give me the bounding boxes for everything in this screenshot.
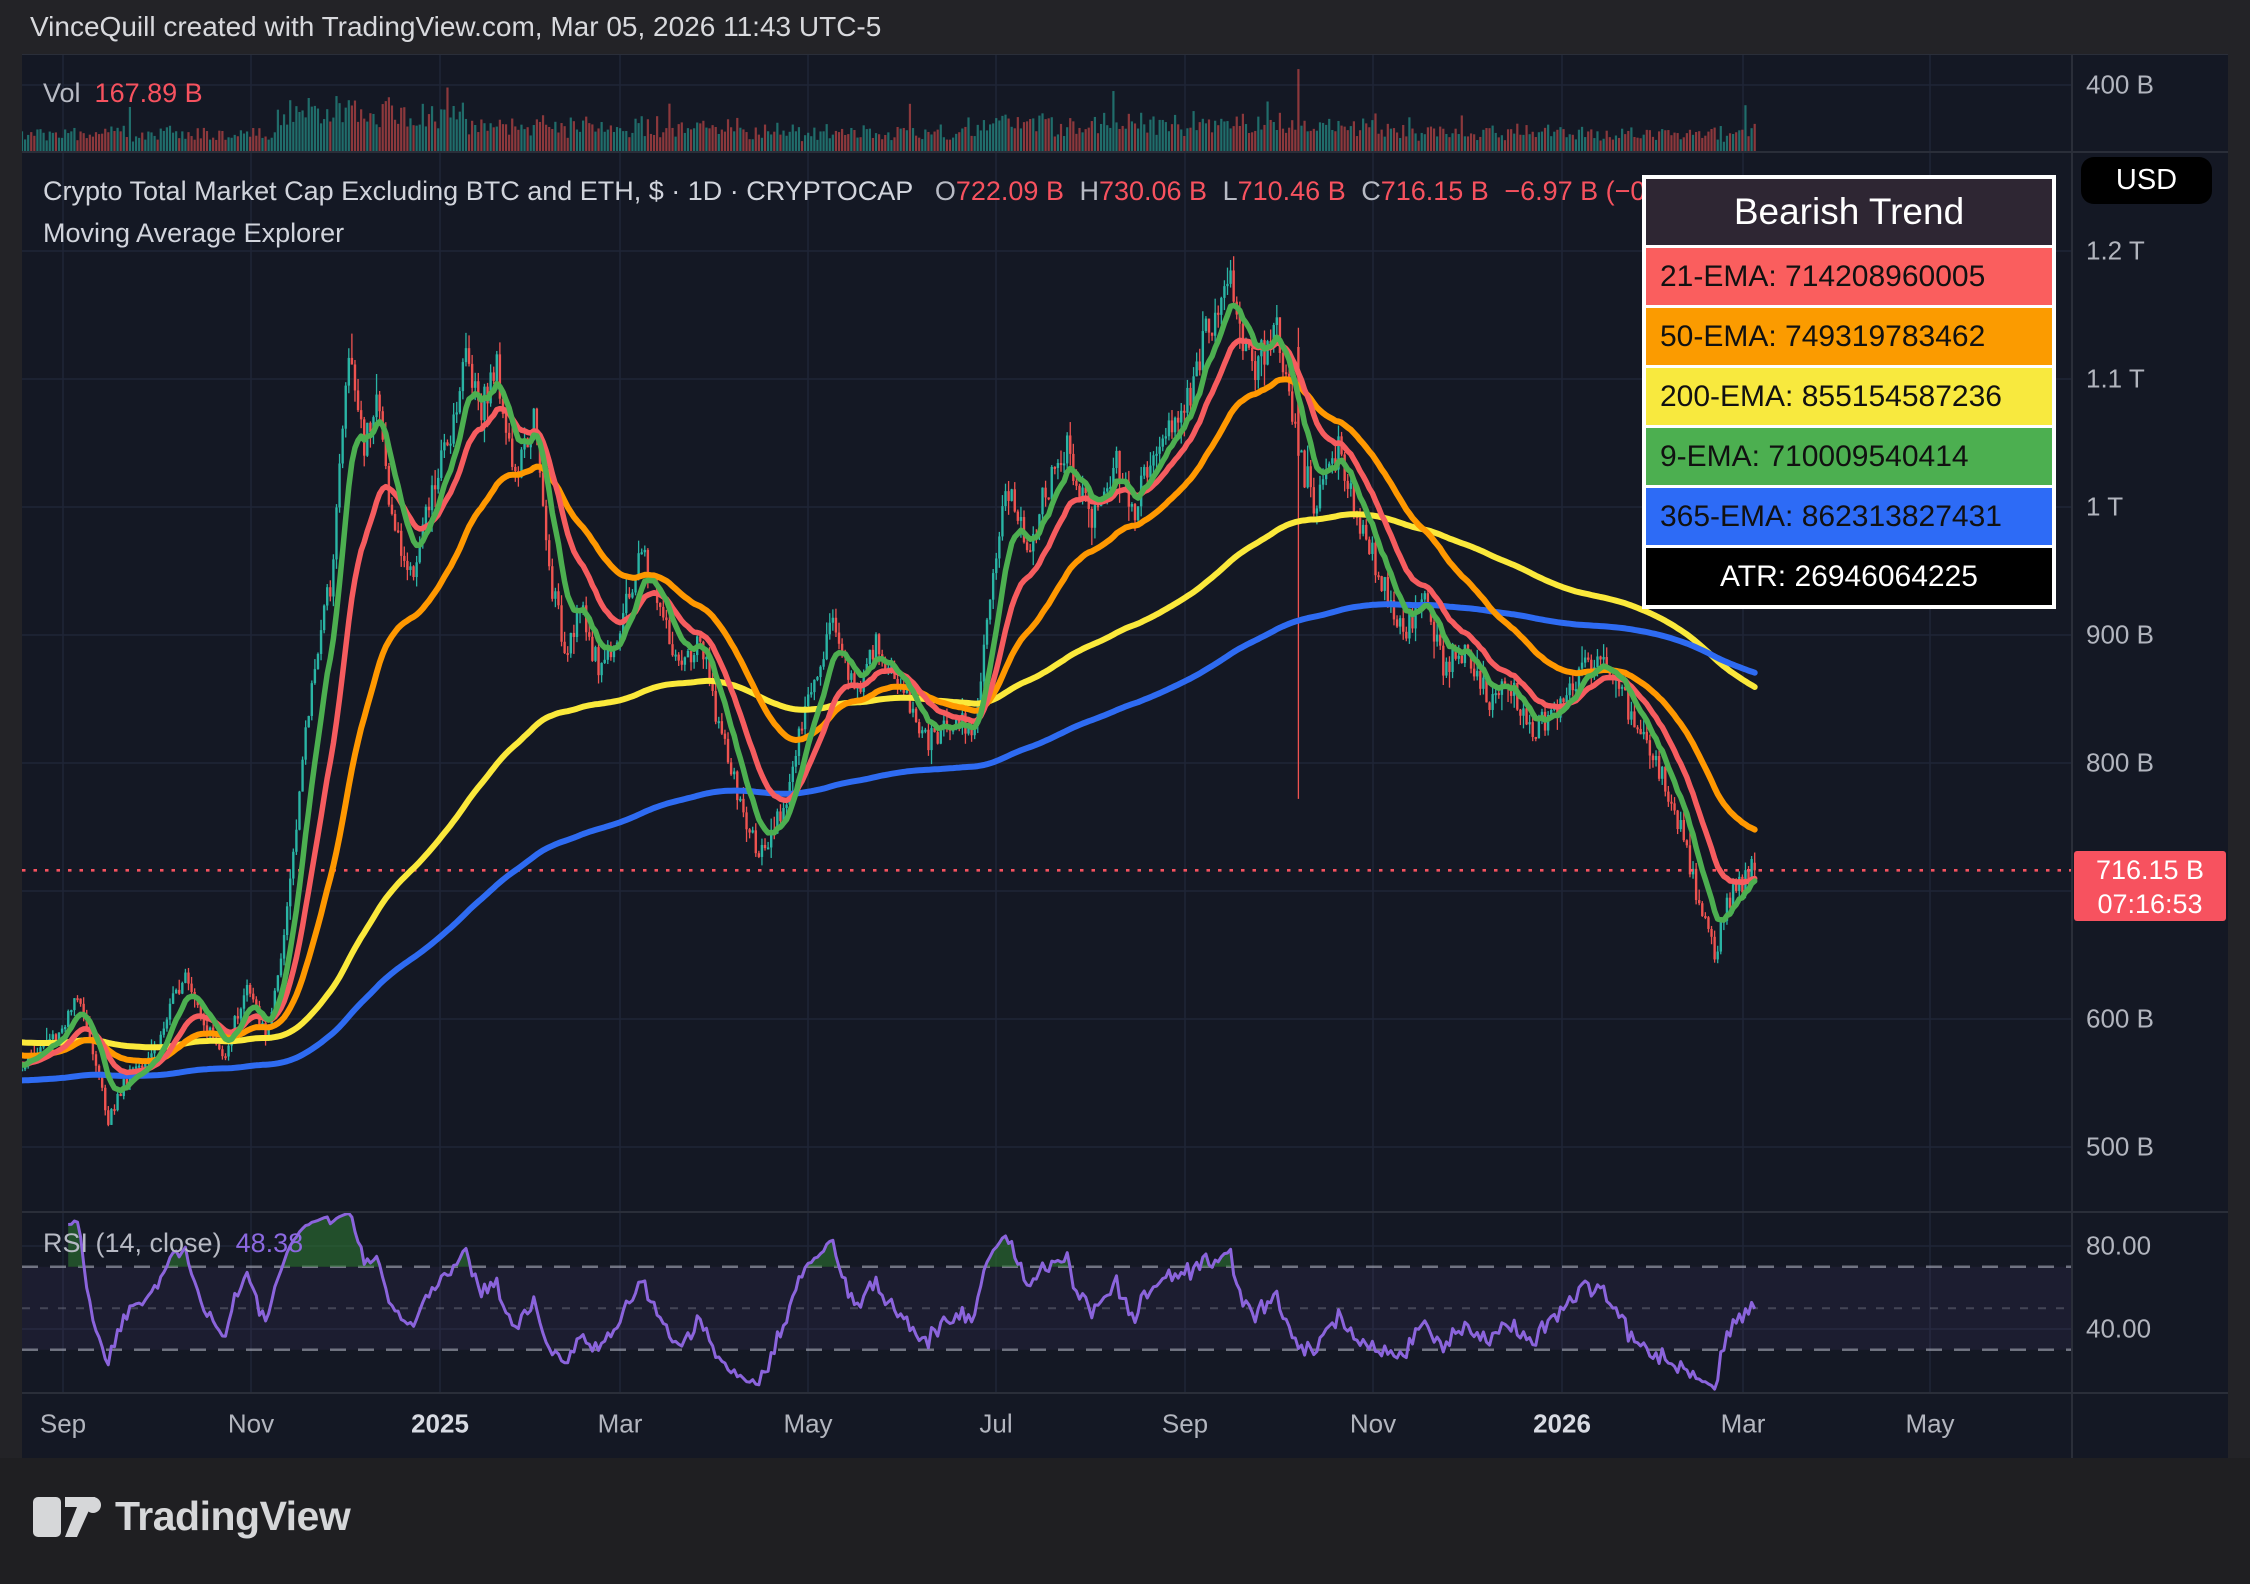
rsi-value: 48.38 [236,1228,304,1258]
indicator-title[interactable]: Moving Average Explorer [43,218,344,249]
low-label: L [1223,176,1238,206]
tradingview-logo-text: TradingView [115,1493,350,1540]
time-axis-label: Nov [228,1409,274,1440]
open-value: 722.09 B [956,176,1064,206]
price-axis-label: 600 B [2086,1004,2154,1035]
close-label: C [1361,176,1381,206]
open-label: O [935,176,956,206]
legend-row: 50-EMA: 749319783462 [1646,308,2052,365]
currency-toggle-button[interactable]: USD [2081,157,2212,204]
high-value: 730.06 B [1099,176,1207,206]
time-axis-label: Jul [979,1409,1012,1440]
tradingview-logo-icon [33,1495,103,1539]
time-axis-label: Mar [1721,1409,1766,1440]
close-value: 716.15 B [1381,176,1489,206]
left-margin [0,54,22,1458]
price-axis-label: 400 B [2086,70,2154,101]
price-axis-label: 500 B [2086,1132,2154,1163]
tradingview-chart-window: VinceQuill created with TradingView.com,… [0,0,2250,1584]
legend-row: 365-EMA: 862313827431 [1646,488,2052,545]
trend-legend-box: Bearish Trend 21-EMA: 71420896000550-EMA… [1643,176,2055,608]
price-axis-label: 800 B [2086,748,2154,779]
symbol-legend[interactable]: Crypto Total Market Cap Excluding BTC an… [43,176,1716,207]
rsi-pane-plot [22,1213,2072,1389]
volume-value: 167.89 B [95,78,203,108]
attribution-text: VinceQuill created with TradingView.com,… [30,11,881,43]
trend-legend-title: Bearish Trend [1646,179,2052,245]
symbol-title[interactable]: Crypto Total Market Cap Excluding BTC an… [43,176,913,206]
time-axis-label: Nov [1350,1409,1396,1440]
price-axis-label: 1.2 T [2086,236,2145,267]
time-axis-label: Sep [40,1409,86,1440]
price-axis-label: 1.1 T [2086,364,2145,395]
volume-label: Vol [43,78,81,108]
current-price-tag: 716.15 B 07:16:53 [2074,851,2226,921]
rsi-legend: RSI (14, close) 48.38 [43,1228,303,1259]
rsi-label: RSI (14, close) [43,1228,222,1258]
high-label: H [1079,176,1099,206]
legend-row: 21-EMA: 714208960005 [1646,248,2052,305]
tradingview-logo[interactable]: TradingView [33,1493,350,1540]
bar-countdown: 07:16:53 [2074,887,2226,921]
current-price-value: 716.15 B [2074,853,2226,887]
volume-legend: Vol 167.89 B [43,78,203,109]
time-axis-label: 2025 [411,1409,469,1440]
low-value: 710.46 B [1238,176,1346,206]
price-axis-label: 1 T [2086,492,2123,523]
price-axis-label: 900 B [2086,620,2154,651]
time-axis-label: Mar [598,1409,643,1440]
legend-row: ATR: 26946064225 [1646,548,2052,605]
price-axis-label: 80.00 [2086,1231,2151,1262]
time-axis-label: Sep [1162,1409,1208,1440]
time-axis-label: May [783,1409,832,1440]
legend-row: 200-EMA: 855154587236 [1646,368,2052,425]
legend-row: 9-EMA: 710009540414 [1646,428,2052,485]
time-axis-label: 2026 [1533,1409,1591,1440]
time-axis-label: May [1905,1409,1954,1440]
right-margin [2228,54,2250,1458]
price-axis-label: 40.00 [2086,1314,2151,1345]
volume-bars [21,69,1756,152]
